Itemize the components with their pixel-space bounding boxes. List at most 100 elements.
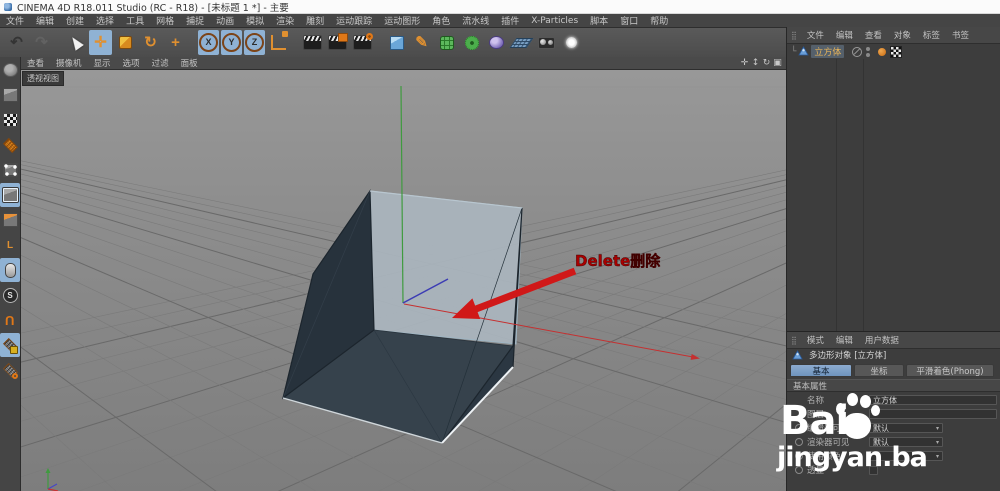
- menu-item[interactable]: 雕刻: [300, 14, 330, 27]
- menu-item[interactable]: 网格: [150, 14, 180, 27]
- render-visibility-dot[interactable]: [866, 52, 871, 57]
- viewport-menu-item[interactable]: 过滤: [146, 57, 175, 69]
- field-control[interactable]: ▾: [869, 465, 878, 475]
- environment[interactable]: [485, 30, 508, 55]
- menu-item[interactable]: 模拟: [240, 14, 270, 27]
- render-view[interactable]: [301, 30, 324, 55]
- object-manager-menu-item[interactable]: 文件: [801, 29, 830, 41]
- enable-snap[interactable]: U: [0, 308, 20, 332]
- camera[interactable]: [535, 30, 558, 55]
- deformer[interactable]: [460, 30, 483, 55]
- attribute-manager-menu-item[interactable]: 用户数据: [859, 334, 905, 346]
- subdivision-surface[interactable]: [435, 30, 458, 55]
- object-manager-menu-item[interactable]: 编辑: [830, 29, 859, 41]
- attribute-tab[interactable]: 平滑着色(Phong): [906, 364, 994, 377]
- menu-item[interactable]: X-Particles: [525, 16, 584, 26]
- menu-item[interactable]: 角色: [426, 14, 456, 27]
- panel-gripper-icon[interactable]: ⣿: [787, 336, 801, 345]
- field-control[interactable]: 默认 ▾: [869, 437, 943, 447]
- object-tree-area[interactable]: [787, 59, 1000, 331]
- edges-mode[interactable]: [0, 183, 20, 207]
- editor-visibility-dot[interactable]: [866, 46, 871, 51]
- object-manager-menu-item[interactable]: 书签: [946, 29, 975, 41]
- menu-item[interactable]: 运动图形: [378, 14, 426, 27]
- workplane-lock[interactable]: [0, 333, 20, 357]
- menu-item[interactable]: 编辑: [30, 14, 60, 27]
- live-selection-tool[interactable]: [64, 30, 87, 55]
- menu-item[interactable]: 流水线: [456, 14, 495, 27]
- menu-item[interactable]: 脚本: [584, 14, 614, 27]
- attribute-manager-menu-item[interactable]: 编辑: [830, 334, 859, 346]
- attribute-tab[interactable]: 坐标: [854, 364, 904, 377]
- panel-gripper-icon[interactable]: ⣿: [787, 31, 801, 40]
- object-manager-menu-item[interactable]: 标签: [917, 29, 946, 41]
- menu-item[interactable]: 运动跟踪: [330, 14, 378, 27]
- redo[interactable]: ↷: [30, 30, 53, 55]
- menu-item[interactable]: 窗口: [614, 14, 644, 27]
- field-control[interactable]: ▾: [869, 451, 943, 461]
- workplane-mode[interactable]: [0, 133, 20, 157]
- field-control[interactable]: ▾: [869, 409, 997, 419]
- object-manager-menu-item[interactable]: 对象: [888, 29, 917, 41]
- menu-item[interactable]: 插件: [495, 14, 525, 27]
- undo[interactable]: ↶: [5, 30, 28, 55]
- make-editable[interactable]: [0, 58, 20, 82]
- menu-item[interactable]: 工具: [120, 14, 150, 27]
- field-control[interactable]: 默认 ▾: [869, 423, 943, 433]
- phong-tag-icon[interactable]: [878, 47, 887, 56]
- workplane-snap[interactable]: [0, 358, 20, 382]
- animation-dot-icon[interactable]: [795, 452, 803, 460]
- lock-x-axis[interactable]: X: [198, 30, 219, 55]
- field-control[interactable]: 立方体 ▾: [869, 395, 997, 405]
- scale-tool[interactable]: [114, 30, 137, 55]
- light[interactable]: [560, 30, 583, 55]
- viewport-menu-item[interactable]: 面板: [175, 57, 204, 69]
- polygons-mode[interactable]: [0, 208, 20, 232]
- viewport-menu-item[interactable]: 查看: [21, 57, 50, 69]
- uvw-tag-icon[interactable]: [890, 45, 903, 58]
- viewport-menu-item[interactable]: 摄像机: [50, 57, 88, 69]
- viewport-menu-item[interactable]: 显示: [88, 57, 117, 69]
- lock-z-axis[interactable]: Z: [244, 30, 265, 55]
- menu-item[interactable]: 捕捉: [180, 14, 210, 27]
- perspective-viewport[interactable]: Delete删除: [21, 70, 786, 491]
- move-tool[interactable]: ✛: [89, 30, 112, 55]
- menu-item[interactable]: 渲染: [270, 14, 300, 27]
- menu-item[interactable]: 创建: [60, 14, 90, 27]
- viewport-solo[interactable]: [0, 258, 20, 282]
- pan-view[interactable]: ✛: [739, 58, 750, 68]
- menu-item[interactable]: 选择: [90, 14, 120, 27]
- object-manager-menu-item[interactable]: 查看: [859, 29, 888, 41]
- view-label[interactable]: 透视视图: [22, 71, 64, 86]
- spline-pen[interactable]: ✎: [410, 30, 433, 55]
- animation-dot-icon[interactable]: [795, 466, 803, 474]
- animation-dot-icon[interactable]: [795, 424, 803, 432]
- toggle-view[interactable]: ▣: [772, 58, 783, 68]
- rotate-tool[interactable]: ↻: [139, 30, 162, 55]
- texture-mode[interactable]: [0, 108, 20, 132]
- lock-y-axis[interactable]: Y: [221, 30, 242, 55]
- menu-item[interactable]: 文件: [0, 14, 30, 27]
- menu-item[interactable]: 动画: [210, 14, 240, 27]
- points-mode[interactable]: [0, 158, 20, 182]
- layer-icon[interactable]: [852, 46, 863, 57]
- primitive-cube[interactable]: [385, 30, 408, 55]
- last-used-tool[interactable]: +: [164, 30, 187, 55]
- animation-dot-icon[interactable]: [795, 438, 803, 446]
- coordinate-system[interactable]: [267, 30, 290, 55]
- menu-item[interactable]: 帮助: [644, 14, 674, 27]
- rotate-view[interactable]: ↻: [761, 58, 772, 68]
- viewport-menu-item[interactable]: 选项: [117, 57, 146, 69]
- model-mode[interactable]: [0, 83, 20, 107]
- attribute-manager-menu-item[interactable]: 模式: [801, 334, 830, 346]
- attribute-tab[interactable]: 基本: [790, 364, 852, 377]
- axis-mode[interactable]: L: [0, 233, 20, 257]
- render-settings[interactable]: [351, 30, 374, 55]
- floor[interactable]: [509, 30, 534, 55]
- object-name[interactable]: 立方体: [811, 45, 845, 58]
- render-to-picture-viewer[interactable]: [326, 30, 349, 55]
- snap-settings[interactable]: S: [0, 283, 20, 307]
- zoom-view[interactable]: ↕: [750, 58, 761, 68]
- basic-properties-section[interactable]: 基本属性: [787, 379, 1000, 392]
- object-row[interactable]: └ 立方体: [787, 44, 1000, 59]
